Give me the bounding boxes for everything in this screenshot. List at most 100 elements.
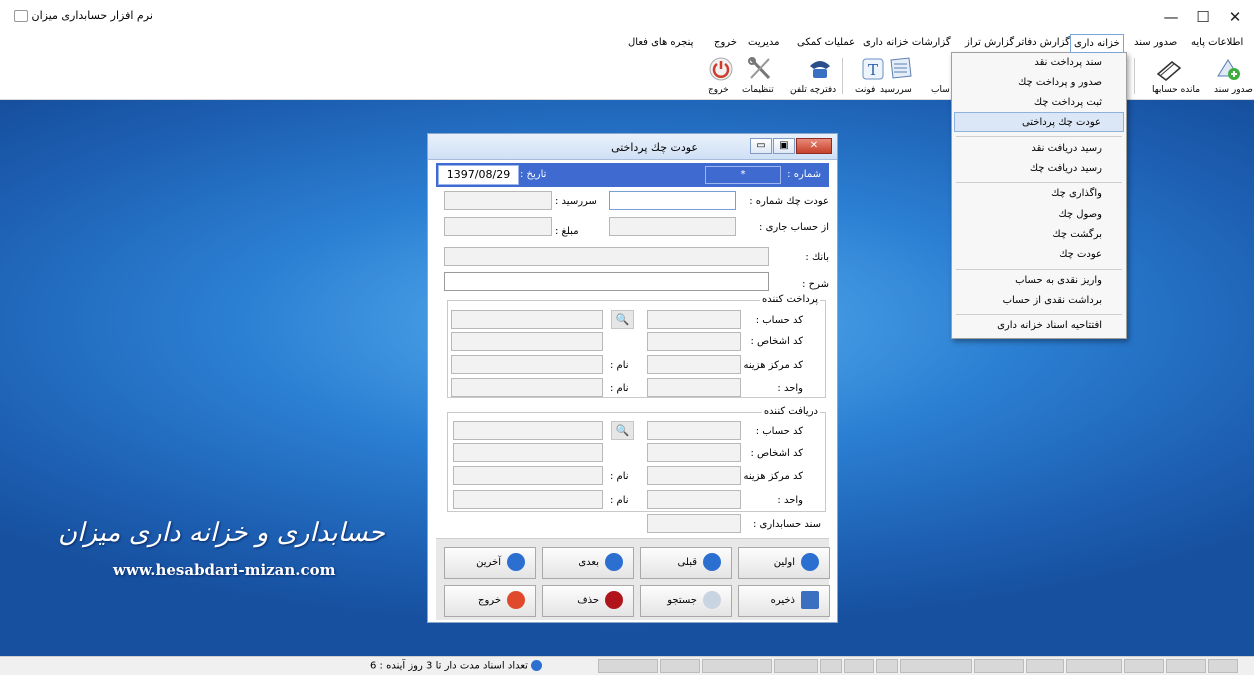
dropdown-item-return-check[interactable]: عودت چك xyxy=(954,245,1124,265)
search-button[interactable]: جستجو xyxy=(640,585,732,617)
app-logo-icon xyxy=(14,10,28,22)
receiver-person-name-field[interactable] xyxy=(453,443,603,462)
menu-auxiliary-operations[interactable]: عملیات کمکی xyxy=(794,34,858,52)
save-button[interactable]: ذخیره xyxy=(738,585,830,617)
receiver-unit-name-field[interactable] xyxy=(453,490,603,509)
dropdown-item-register-check-payment[interactable]: ثبت پرداخت چك xyxy=(954,93,1124,113)
dropdown-item-cash-withdrawal[interactable]: برداشت نقدی از حساب xyxy=(954,291,1124,311)
dropdown-item-collect-check[interactable]: وصول چك xyxy=(954,205,1124,225)
status-panels xyxy=(596,659,1252,674)
add-document-icon[interactable] xyxy=(1214,56,1242,82)
font-icon[interactable]: T xyxy=(860,56,888,82)
menu-base-info[interactable]: اطلاعات پایه xyxy=(1188,34,1246,52)
accounting-document-field[interactable] xyxy=(647,514,741,533)
menu-issue-document[interactable]: صدور سند xyxy=(1131,34,1180,52)
dropdown-item-issue-pay-check[interactable]: صدور و پرداخت چك xyxy=(954,73,1124,93)
dialog-title-bar: عودت چك پرداختی ✕ ▣ ▭ xyxy=(428,134,837,160)
payer-account-name-field[interactable] xyxy=(451,310,603,329)
first-icon xyxy=(801,553,819,571)
save-icon xyxy=(801,591,819,609)
dropdown-item-return-paid-check[interactable]: عودت چك پرداختی xyxy=(954,112,1124,132)
menu-active-windows[interactable]: پنجره های فعال xyxy=(625,34,696,52)
svg-text:T: T xyxy=(868,61,878,79)
dropdown-item-assign-check[interactable]: واگذاری چك xyxy=(954,184,1124,204)
date-field[interactable]: 1397/08/29 xyxy=(438,165,519,185)
tools-icon[interactable] xyxy=(746,56,774,82)
receiver-account-code-field[interactable] xyxy=(647,421,741,440)
return-paid-check-dialog: عودت چك پرداختی ✕ ▣ ▭ شماره : * تاریخ : … xyxy=(427,133,838,623)
description-field[interactable] xyxy=(444,272,769,291)
dialog-close-button[interactable]: ✕ xyxy=(796,138,832,154)
check-number-field[interactable] xyxy=(609,191,736,210)
menu-ledger-reports[interactable]: گزارش دفاتر xyxy=(1013,34,1073,52)
receiver-search-icon[interactable]: 🔍 xyxy=(611,421,634,440)
number-field[interactable]: * xyxy=(705,166,781,184)
dropdown-item-cash-deposit[interactable]: واریز نقدی به حساب xyxy=(954,271,1124,291)
power-icon[interactable] xyxy=(707,56,735,82)
search-icon xyxy=(703,591,721,609)
menu-treasury[interactable]: خزانه داری xyxy=(1070,34,1124,53)
dialog-header-band: شماره : * تاریخ : 1397/08/29 xyxy=(436,163,829,187)
dropdown-separator xyxy=(956,136,1122,137)
first-button[interactable]: اولین xyxy=(738,547,830,579)
last-button[interactable]: آخرین xyxy=(444,547,536,579)
dropdown-item-cash-receipt[interactable]: رسید دریافت نقد xyxy=(954,139,1124,159)
next-button-label: بعدی xyxy=(578,557,599,568)
dropdown-item-check-receipt[interactable]: رسید دریافت چك xyxy=(954,159,1124,179)
toolbar-label-settings: تنظیمات xyxy=(742,85,774,95)
delete-button[interactable]: حذف xyxy=(542,585,634,617)
next-button[interactable]: بعدی xyxy=(542,547,634,579)
dropdown-item-treasury-opening[interactable]: افتتاحیه اسناد خزانه داری xyxy=(954,316,1124,336)
amount-field[interactable] xyxy=(444,217,552,236)
payer-person-name-field[interactable] xyxy=(451,332,603,351)
toolbar-label-font: فونت xyxy=(855,85,876,95)
receiver-cost-center-field[interactable] xyxy=(647,466,741,485)
phone-icon[interactable] xyxy=(806,56,834,82)
menu-exit[interactable]: خروج xyxy=(711,34,740,52)
payer-account-code-field[interactable] xyxy=(647,310,741,329)
payer-cost-center-name-field[interactable] xyxy=(451,355,603,374)
delete-icon xyxy=(605,591,623,609)
dialog-restore-button[interactable]: ▣ xyxy=(773,138,795,154)
description-label: شرح : xyxy=(802,279,829,290)
dialog-minimize-button[interactable]: ▭ xyxy=(750,138,772,154)
bank-label: بانك : xyxy=(805,252,829,263)
dropdown-item-bounce-check[interactable]: برگشت چك xyxy=(954,225,1124,245)
payer-cost-center-field[interactable] xyxy=(647,355,741,374)
payer-name-label: نام : xyxy=(610,360,629,371)
toolbar-label-exit: خروج xyxy=(708,85,729,95)
toolbar-label-due-date: سررسید xyxy=(880,85,912,95)
title-bar: نرم افزار حسابداری میزان — ☐ ✕ xyxy=(0,0,1254,34)
receiver-person-code-field[interactable] xyxy=(647,443,741,462)
receiver-unit-field[interactable] xyxy=(647,490,741,509)
bank-field[interactable] xyxy=(444,247,769,266)
previous-button[interactable]: قبلی xyxy=(640,547,732,579)
notebook-icon[interactable] xyxy=(1154,56,1182,82)
brand-text: حسابداری و خزانه داری میزان xyxy=(58,518,385,548)
menu-treasury-reports[interactable]: گزارشات خزانه داری xyxy=(860,34,954,52)
info-icon xyxy=(530,660,542,671)
last-icon xyxy=(507,553,525,571)
menu-management[interactable]: مدیریت xyxy=(745,34,783,52)
toolbar-label-phonebook: دفترچه تلفن xyxy=(790,85,837,95)
toolbar-label-issue-document: صدور سند xyxy=(1214,85,1253,95)
payer-unit-name-label: نام : xyxy=(610,383,629,394)
close-button[interactable]: ✕ xyxy=(1218,6,1252,28)
payer-unit-field[interactable] xyxy=(647,378,741,397)
menu-balance-report[interactable]: گزارش تراز xyxy=(962,34,1017,52)
payer-person-code-field[interactable] xyxy=(647,332,741,351)
maximize-button[interactable]: ☐ xyxy=(1186,6,1220,28)
from-account-field[interactable] xyxy=(609,217,736,236)
exit-button[interactable]: خروج xyxy=(444,585,536,617)
dropdown-separator xyxy=(956,269,1122,270)
payer-search-icon[interactable]: 🔍 xyxy=(611,310,634,329)
previous-icon xyxy=(703,553,721,571)
due-date-field[interactable] xyxy=(444,191,552,210)
payer-unit-name-field[interactable] xyxy=(451,378,603,397)
receiver-unit-name-label: نام : xyxy=(610,495,629,506)
minimize-button[interactable]: — xyxy=(1154,6,1188,28)
dropdown-item-cash-payment[interactable]: سند پرداخت نقد xyxy=(954,53,1124,73)
receiver-account-name-field[interactable] xyxy=(453,421,603,440)
receiver-cost-center-name-field[interactable] xyxy=(453,466,603,485)
calendar-icon[interactable] xyxy=(887,56,915,82)
